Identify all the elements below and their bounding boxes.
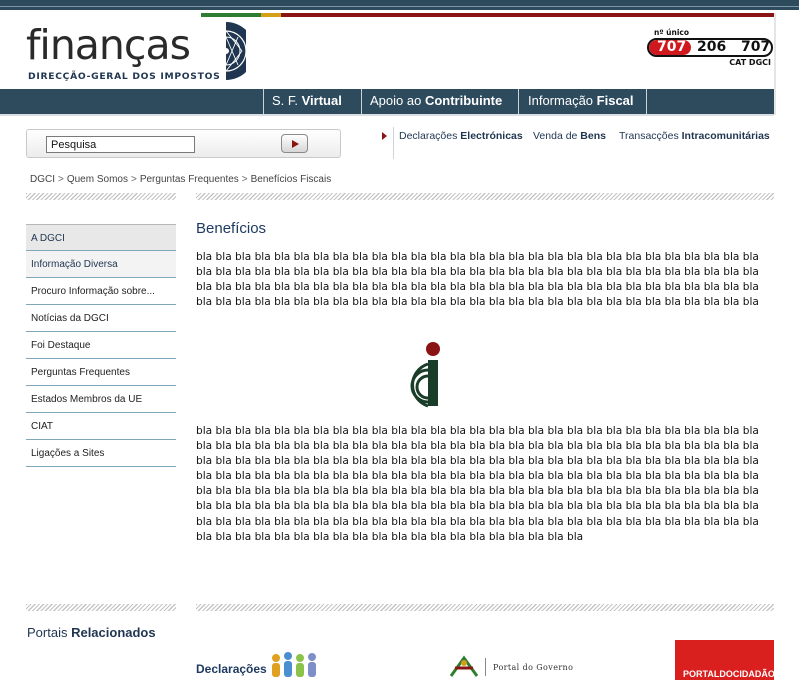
content-top-divider <box>196 193 774 200</box>
portal-cidadao-link[interactable]: PORTALDOCIDADÃO <box>675 640 774 680</box>
declaracoes-portal-link[interactable]: Declarações <box>196 650 326 680</box>
portal-governo-label: Portal do Governo <box>493 663 574 672</box>
nav-divider <box>518 89 519 114</box>
portal-governo-link[interactable]: Portal do Governo <box>447 654 587 680</box>
search-input[interactable] <box>46 136 195 153</box>
phone-part-1: 707 <box>657 39 687 55</box>
sidebar-item-ligacoes-sites[interactable]: Ligações a Sites <box>26 440 176 467</box>
flag-line-green <box>201 13 261 17</box>
logo-wordmark: finanças <box>26 21 191 69</box>
flag-line-red <box>281 13 774 17</box>
sidebar-item-a-dgci[interactable]: A DGCI <box>26 224 176 251</box>
nav-shadow <box>0 114 774 116</box>
content-bottom-divider <box>196 604 774 611</box>
breadcrumb-item-dgci[interactable]: DGCI <box>30 174 55 185</box>
search-box <box>26 129 341 158</box>
arrow-right-icon <box>382 132 387 140</box>
sidebar-item-foi-destaque[interactable]: Foi Destaque <box>26 332 176 359</box>
dgci-i-logo-icon <box>410 342 440 408</box>
quick-link-label-bold: Intracomunitárias <box>681 130 770 142</box>
top-strip <box>0 0 799 10</box>
phone-number: 707 206 707 <box>647 38 773 57</box>
quick-link-label: Transacções <box>619 130 682 142</box>
sidebar-item-noticias[interactable]: Notícias da DGCI <box>26 305 176 332</box>
people-icon <box>272 652 316 677</box>
nav-item-label: S. F. <box>272 93 302 108</box>
phone-part-3: 707 <box>741 39 771 55</box>
heading-pre: Portais <box>27 625 72 640</box>
sidebar-top-divider <box>26 193 176 200</box>
nav-item-informacao-fiscal[interactable]: Informação Fiscal <box>528 89 634 114</box>
search-submit-button[interactable] <box>281 134 308 153</box>
site-logo[interactable]: finanças DIRECÇÃO-GERAL DOS IMPOSTOS <box>26 20 246 86</box>
logo-subtitle: DIRECÇÃO-GERAL DOS IMPOSTOS <box>28 71 221 82</box>
breadcrumb-separator: > <box>130 174 137 185</box>
quick-links-divider <box>393 127 394 159</box>
portais-relacionados-heading: Portais Relacionados <box>27 625 156 640</box>
phone-part-2: 206 <box>697 39 727 55</box>
nav-divider <box>263 89 264 114</box>
armillary-emblem-icon <box>206 22 246 80</box>
quick-link-transaccoes-intracomunitarias[interactable]: Transacções Intracomunitárias <box>619 130 770 142</box>
content-paragraph: bla bla bla bla bla bla bla bla bla bla … <box>196 251 759 309</box>
sidebar-item-procuro-informacao[interactable]: Procuro Informação sobre... <box>26 278 176 305</box>
phone-caption: CAT DGCI <box>729 58 771 67</box>
nav-item-label-bold: Virtual <box>301 93 342 108</box>
breadcrumb-item-quem-somos[interactable]: Quem Somos <box>67 174 128 185</box>
sidebar-item-estados-membros[interactable]: Estados Membros da UE <box>26 386 176 413</box>
flag-line-yellow <box>261 13 281 17</box>
sidebar-item-perguntas-frequentes[interactable]: Perguntas Frequentes <box>26 359 176 386</box>
breadcrumb: DGCI > Quem Somos > Perguntas Frequentes > Ben… <box>30 174 331 185</box>
declaracoes-logo-text: Declarações <box>196 662 267 676</box>
sidebar-bottom-divider <box>26 604 176 611</box>
quick-link-label-bold: Bens <box>580 130 606 142</box>
heading-bold: Relacionados <box>71 625 156 640</box>
gov-divider <box>485 658 486 676</box>
quick-link-declaracoes-electronicas[interactable]: Declarações Electrónicas <box>399 130 523 142</box>
quick-link-venda-bens[interactable]: Venda de Bens <box>533 130 606 142</box>
breadcrumb-item-perguntas-frequentes[interactable]: Perguntas Frequentes <box>140 174 239 185</box>
nav-item-sf-virtual[interactable]: S. F. Virtual <box>272 89 342 114</box>
quick-link-label: Declarações <box>399 130 461 142</box>
phone-badge: nº único 707 206 707 CAT DGCI <box>645 28 775 72</box>
sidebar-menu: A DGCI Informação Diversa Procuro Inform… <box>26 224 176 467</box>
nav-item-label-bold: Fiscal <box>596 93 634 108</box>
quick-link-label: Venda de <box>533 130 581 142</box>
quick-link-label-bold: Electrónicas <box>460 130 523 142</box>
sidebar-item-ciat[interactable]: CIAT <box>26 413 176 440</box>
content-paragraph: bla bla bla bla bla bla bla bla bla bla … <box>196 425 759 543</box>
nav-divider <box>361 89 362 114</box>
nav-item-label: Apoio ao <box>370 93 425 108</box>
sidebar-item-informacao-diversa[interactable]: Informação Diversa <box>26 251 176 278</box>
page-title: Benefícios <box>196 220 267 237</box>
breadcrumb-separator: > <box>58 174 64 185</box>
breadcrumb-item-current: Benefícios Fiscais <box>250 174 332 185</box>
nav-divider <box>646 89 647 114</box>
nav-item-apoio-contribuinte[interactable]: Apoio ao Contribuinte <box>370 89 502 114</box>
nav-item-label-bold: Contribuinte <box>424 93 503 108</box>
nav-item-label: Informação <box>528 93 597 108</box>
government-crest-icon <box>449 655 479 677</box>
phone-label: nº único <box>654 28 690 37</box>
portal-cidadao-label: PORTALDOCIDADÃO <box>683 669 774 679</box>
main-nav: S. F. Virtual Apoio ao Contribuinte Info… <box>0 89 774 114</box>
breadcrumb-separator: > <box>241 174 248 185</box>
